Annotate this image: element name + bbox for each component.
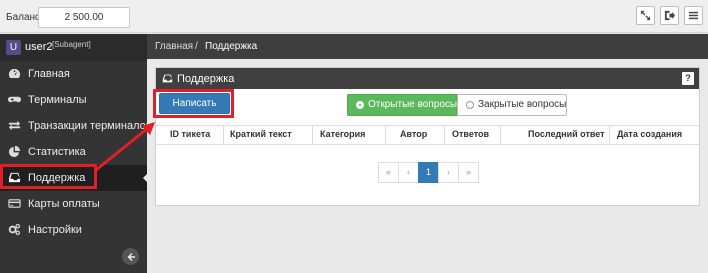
fullscreen-button[interactable] bbox=[636, 6, 655, 25]
column-divider bbox=[312, 125, 313, 145]
panel-header: Поддержка ? bbox=[156, 68, 699, 89]
help-button[interactable]: ? bbox=[682, 72, 694, 85]
breadcrumb: Главная / Поддержка bbox=[147, 34, 708, 59]
breadcrumb-separator: / bbox=[195, 41, 198, 52]
support-panel: Поддержка ? Написать Открытые вопросы За… bbox=[155, 67, 700, 206]
logout-button[interactable] bbox=[660, 6, 679, 25]
breadcrumb-home-link[interactable]: Главная bbox=[155, 41, 193, 52]
breadcrumb-current: Поддержка bbox=[205, 41, 258, 52]
column-header[interactable]: Автор bbox=[400, 129, 427, 139]
sidebar-item-transactions[interactable]: Транзакции терминалов bbox=[0, 113, 152, 139]
toggle-label: Закрытые вопросы bbox=[478, 99, 567, 110]
sidebar-item-label: Настройки bbox=[28, 224, 82, 236]
sidebar-item-home[interactable]: Главная bbox=[0, 61, 147, 87]
column-divider bbox=[609, 125, 610, 145]
pager-first[interactable]: « bbox=[378, 162, 399, 183]
menu-icon bbox=[688, 11, 699, 20]
sidebar-item-label: Транзакции терминалов bbox=[28, 120, 152, 132]
radio-unchecked-icon bbox=[466, 101, 474, 109]
sidebar-collapse-button[interactable] bbox=[122, 248, 139, 265]
inbox-icon bbox=[162, 74, 173, 83]
column-header[interactable]: Последний ответ bbox=[528, 129, 605, 139]
avatar: U bbox=[6, 40, 21, 55]
column-header[interactable]: ID тикета bbox=[170, 129, 210, 139]
sidebar: U user2 [Subagent] Главная Терминалы Тра… bbox=[0, 34, 152, 273]
pie-chart-icon bbox=[8, 145, 21, 158]
credit-card-icon bbox=[8, 199, 21, 208]
column-divider bbox=[500, 125, 501, 145]
closed-questions-toggle[interactable]: Закрытые вопросы bbox=[457, 94, 567, 116]
sidebar-item-label: Терминалы bbox=[28, 94, 87, 106]
sidebar-item-payment-cards[interactable]: Карты оплаты bbox=[0, 191, 147, 217]
pager-page-1[interactable]: 1 bbox=[418, 162, 439, 183]
gamepad-icon bbox=[8, 96, 21, 103]
top-bar: Баланс: 2 500.00 bbox=[0, 0, 708, 33]
pager-last[interactable]: » bbox=[458, 162, 479, 183]
column-divider bbox=[444, 125, 445, 145]
column-header[interactable]: Категория bbox=[320, 129, 365, 139]
sidebar-item-statistics[interactable]: Статистика bbox=[0, 139, 147, 165]
panel-title: Поддержка bbox=[177, 73, 235, 85]
balance-field[interactable]: 2 500.00 bbox=[38, 7, 130, 28]
sidebar-item-label: Карты оплаты bbox=[28, 198, 100, 210]
dashboard-icon bbox=[8, 68, 21, 78]
fullscreen-icon bbox=[640, 10, 651, 21]
column-header[interactable]: Дата создания bbox=[617, 129, 682, 139]
pager-prev[interactable]: ‹ bbox=[398, 162, 419, 183]
menu-button[interactable] bbox=[684, 6, 703, 25]
arrow-left-icon bbox=[127, 252, 135, 261]
user-info[interactable]: U user2 [Subagent] bbox=[0, 34, 147, 61]
open-questions-toggle[interactable]: Открытые вопросы bbox=[347, 94, 457, 116]
column-divider bbox=[223, 125, 224, 145]
sidebar-item-label: Статистика bbox=[28, 146, 86, 158]
column-divider bbox=[385, 125, 386, 145]
radio-checked-icon bbox=[356, 101, 364, 109]
highlight-box-write bbox=[153, 89, 234, 118]
toggle-label: Открытые вопросы bbox=[368, 99, 458, 110]
sidebar-item-settings[interactable]: Настройки bbox=[0, 217, 147, 243]
column-header[interactable]: Краткий текст bbox=[230, 129, 292, 139]
cogs-icon bbox=[8, 223, 21, 236]
sidebar-item-terminals[interactable]: Терминалы bbox=[0, 87, 147, 113]
pager-next[interactable]: › bbox=[438, 162, 459, 183]
exchange-icon bbox=[8, 120, 21, 131]
user-role: [Subagent] bbox=[52, 40, 91, 49]
logout-icon bbox=[664, 10, 675, 21]
user-name: user2 bbox=[25, 41, 53, 53]
highlight-box-support bbox=[0, 164, 97, 189]
sidebar-item-label: Главная bbox=[28, 68, 70, 80]
column-header[interactable]: Ответов bbox=[452, 129, 489, 139]
